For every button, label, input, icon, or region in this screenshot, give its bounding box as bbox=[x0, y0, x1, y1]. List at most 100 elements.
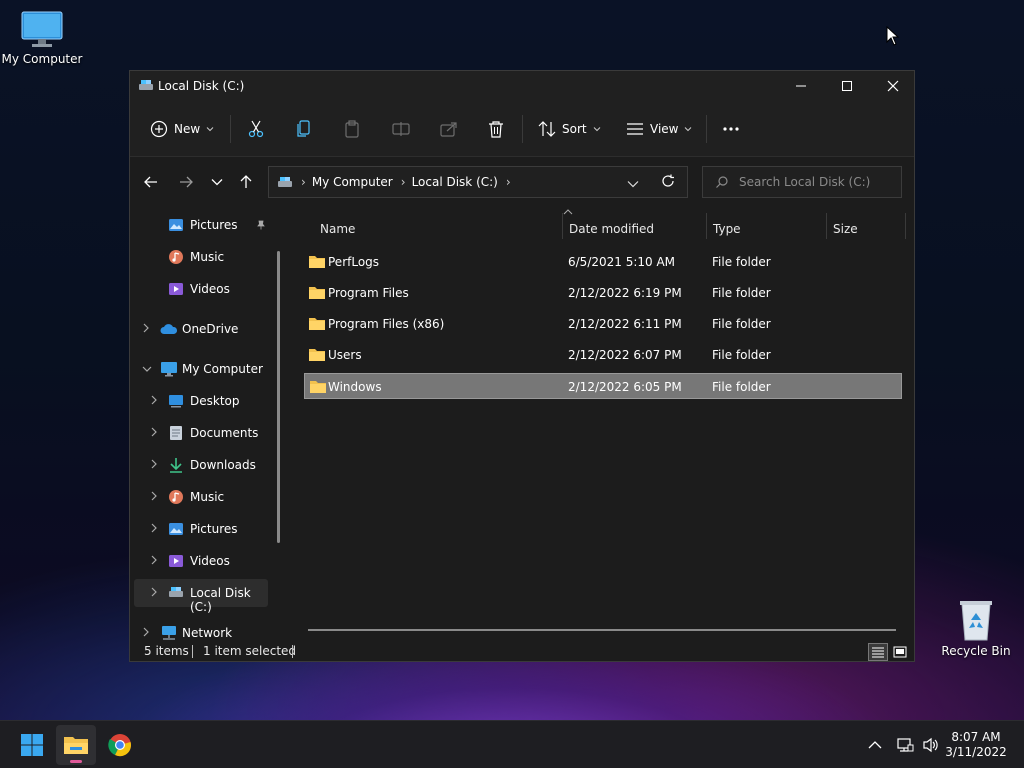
title-bar[interactable]: Local Disk (C:) bbox=[130, 71, 914, 101]
computer-icon bbox=[161, 362, 177, 377]
taskbar-chrome-button[interactable] bbox=[100, 725, 140, 765]
details-view-button[interactable] bbox=[868, 643, 888, 661]
nav-item-desktop[interactable]: Desktop bbox=[134, 387, 268, 415]
up-button[interactable] bbox=[233, 169, 259, 195]
nav-item-music[interactable]: Music bbox=[134, 483, 268, 511]
column-divider[interactable] bbox=[905, 213, 906, 239]
chevron-right-icon[interactable] bbox=[150, 427, 158, 437]
nav-item-videos[interactable]: Videos bbox=[134, 547, 268, 575]
pin-icon[interactable] bbox=[256, 220, 266, 230]
search-input[interactable]: Search Local Disk (C:) bbox=[702, 166, 902, 198]
nav-pane-scrollbar[interactable] bbox=[277, 251, 280, 543]
file-row-selected[interactable]: Windows 2/12/2022 6:05 PM File folder bbox=[304, 373, 902, 399]
copy-button[interactable] bbox=[296, 115, 312, 143]
more-icon bbox=[723, 127, 739, 131]
refresh-button[interactable] bbox=[661, 174, 675, 191]
copy-icon bbox=[297, 120, 310, 137]
status-divider bbox=[292, 645, 293, 658]
windows-logo-icon bbox=[21, 734, 43, 756]
horizontal-scrollbar[interactable] bbox=[308, 629, 896, 631]
drive-icon bbox=[169, 587, 183, 597]
pictures-icon bbox=[169, 523, 183, 535]
back-button[interactable] bbox=[138, 169, 164, 195]
delete-button[interactable] bbox=[488, 115, 504, 143]
column-header-type[interactable]: Type bbox=[713, 215, 741, 243]
chevron-down-icon bbox=[206, 127, 214, 132]
column-divider[interactable] bbox=[826, 213, 827, 239]
chevron-right-icon[interactable] bbox=[150, 491, 158, 501]
chevron-right-icon[interactable] bbox=[150, 459, 158, 469]
desktop-my-computer-icon[interactable]: My Computer bbox=[0, 10, 84, 66]
nav-item-local-disk[interactable]: Local Disk (C:) bbox=[134, 579, 268, 614]
taskbar-file-explorer-button[interactable] bbox=[56, 725, 96, 765]
desktop-recycle-bin-icon[interactable]: Recycle Bin bbox=[934, 598, 1018, 658]
file-name: PerfLogs bbox=[328, 255, 380, 269]
breadcrumb-chevron-icon[interactable]: › bbox=[301, 175, 306, 189]
tiles-view-button[interactable] bbox=[890, 643, 910, 661]
file-row[interactable]: Users 2/12/2022 6:07 PM File folder bbox=[304, 342, 902, 368]
file-explorer-icon bbox=[64, 737, 88, 754]
chevron-right-icon[interactable] bbox=[142, 627, 150, 637]
new-button[interactable]: New bbox=[150, 115, 214, 143]
file-row[interactable]: PerfLogs 6/5/2021 5:10 AM File folder bbox=[304, 249, 902, 275]
column-header-size[interactable]: Size bbox=[833, 215, 858, 243]
toolbar-divider bbox=[706, 115, 707, 143]
network-icon bbox=[162, 626, 176, 640]
rename-button[interactable] bbox=[392, 115, 410, 143]
file-date: 2/12/2022 6:05 PM bbox=[568, 380, 682, 394]
breadcrumb-my-computer[interactable]: My Computer bbox=[312, 175, 393, 189]
share-button[interactable] bbox=[440, 115, 458, 143]
trash-icon bbox=[489, 121, 503, 138]
chevron-right-icon[interactable] bbox=[150, 523, 158, 533]
nav-item-documents[interactable]: Documents bbox=[134, 419, 268, 447]
breadcrumb-chevron-icon[interactable]: › bbox=[401, 175, 406, 189]
view-button[interactable]: View bbox=[626, 115, 692, 143]
downloads-icon bbox=[170, 458, 182, 473]
nav-item-network[interactable]: Network bbox=[134, 619, 268, 641]
file-date: 2/12/2022 6:07 PM bbox=[568, 348, 682, 362]
nav-item-my-computer[interactable]: My Computer bbox=[134, 355, 268, 383]
breadcrumb-chevron-icon[interactable]: › bbox=[506, 175, 511, 189]
close-button[interactable] bbox=[870, 71, 916, 101]
network-icon[interactable] bbox=[896, 737, 914, 753]
column-divider[interactable] bbox=[706, 213, 707, 239]
file-type: File folder bbox=[712, 255, 771, 269]
search-placeholder: Search Local Disk (C:) bbox=[739, 175, 871, 189]
column-divider[interactable] bbox=[562, 213, 563, 239]
nav-item-label: Documents bbox=[190, 426, 259, 440]
minimize-button[interactable] bbox=[778, 71, 824, 101]
nav-item-label: Music bbox=[190, 490, 225, 504]
start-button[interactable] bbox=[12, 725, 52, 765]
maximize-button[interactable] bbox=[824, 71, 870, 101]
chevron-right-icon[interactable] bbox=[142, 323, 150, 333]
column-header-name[interactable]: Name bbox=[320, 215, 355, 243]
file-row[interactable]: Program Files 2/12/2022 6:19 PM File fol… bbox=[304, 280, 902, 306]
chevron-down-icon[interactable] bbox=[142, 365, 152, 373]
chevron-right-icon[interactable] bbox=[150, 587, 158, 597]
rename-icon bbox=[392, 122, 410, 136]
address-bar[interactable]: › My Computer › Local Disk (C:) › bbox=[268, 166, 688, 198]
more-options-button[interactable] bbox=[722, 115, 740, 143]
recent-locations-button[interactable] bbox=[204, 169, 230, 195]
status-divider bbox=[192, 645, 193, 658]
nav-item-downloads[interactable]: Downloads bbox=[134, 451, 268, 479]
nav-item-pictures[interactable]: Pictures bbox=[134, 515, 268, 543]
nav-item-music-quick[interactable]: Music bbox=[134, 243, 268, 271]
address-history-button[interactable] bbox=[627, 177, 639, 191]
recycle-bin-icon bbox=[960, 601, 992, 641]
show-hidden-icons-icon[interactable] bbox=[868, 740, 882, 750]
chevron-right-icon[interactable] bbox=[150, 395, 158, 405]
clock[interactable]: 8:07 AM 3/11/2022 bbox=[940, 730, 1012, 760]
nav-item-videos-quick[interactable]: Videos bbox=[134, 275, 268, 303]
breadcrumb-local-disk[interactable]: Local Disk (C:) bbox=[412, 175, 498, 189]
file-row[interactable]: Program Files (x86) 2/12/2022 6:11 PM Fi… bbox=[304, 311, 902, 337]
nav-item-onedrive[interactable]: OneDrive bbox=[134, 315, 268, 343]
paste-button[interactable] bbox=[344, 115, 360, 143]
column-header-date[interactable]: Date modified bbox=[569, 215, 654, 243]
sort-button[interactable]: Sort bbox=[538, 115, 601, 143]
cut-button[interactable] bbox=[248, 115, 264, 143]
volume-icon[interactable] bbox=[922, 737, 940, 753]
forward-button[interactable] bbox=[173, 169, 199, 195]
nav-item-pictures-quick[interactable]: Pictures bbox=[134, 211, 268, 239]
chevron-right-icon[interactable] bbox=[150, 555, 158, 565]
